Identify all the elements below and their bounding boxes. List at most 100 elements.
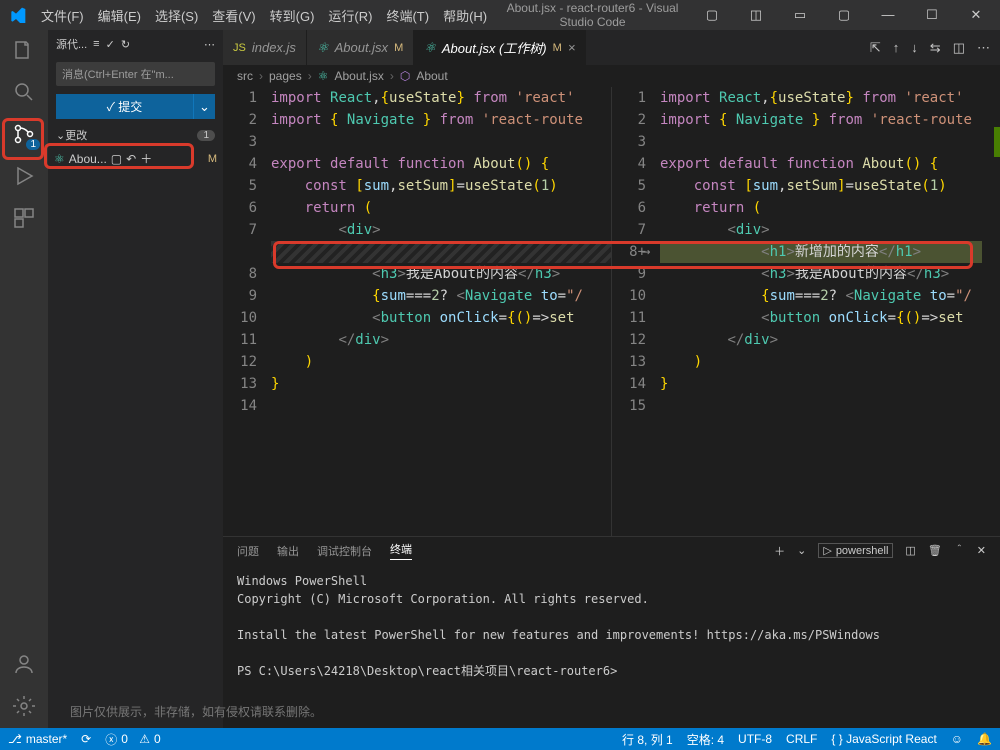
prev-change-icon[interactable]: ↑	[893, 40, 900, 55]
maximize-icon[interactable]: ☐	[912, 7, 952, 23]
js-file-icon: JS	[233, 42, 246, 54]
sync-icon[interactable]: ⟳	[81, 732, 91, 746]
split-terminal-icon[interactable]: ◫	[905, 544, 915, 557]
layout-controls: ▢ ◫ ▭ ▢	[692, 7, 868, 23]
panel-tab-terminal[interactable]: 终端	[390, 541, 412, 560]
modified-badge: M	[208, 153, 217, 165]
check-icon[interactable]: ✓	[106, 38, 115, 51]
layout-icon[interactable]: ▢	[824, 7, 864, 23]
diff-right-pane[interactable]: 12345678+9101112131415 import React,{use…	[611, 87, 1000, 536]
line-gutter-right: 12345678+9101112131415	[612, 87, 660, 536]
file-name: Abou...	[69, 152, 107, 166]
panel-tab-output[interactable]: 输出	[277, 543, 299, 559]
run-debug-icon[interactable]	[10, 162, 38, 190]
panel-tab-debug[interactable]: 调试控制台	[317, 543, 372, 559]
sidebar-header: 源代... ≡ ✓ ↻ ⋯	[48, 30, 223, 58]
scm-sidebar: 源代... ≡ ✓ ↻ ⋯ 消息(Ctrl+Enter 在"m... ✓ 提交 …	[48, 30, 223, 728]
more-icon[interactable]: ⋯	[204, 38, 215, 51]
layout-icon[interactable]: ◫	[736, 7, 776, 23]
problems-count[interactable]: ⓧ0 ⚠0	[105, 731, 161, 748]
commit-message-input[interactable]: 消息(Ctrl+Enter 在"m...	[56, 62, 215, 86]
search-icon[interactable]	[10, 78, 38, 106]
more-actions-icon[interactable]: ⋯	[977, 40, 990, 56]
eol[interactable]: CRLF	[786, 732, 817, 746]
activity-bar: 1	[0, 30, 48, 728]
minimize-icon[interactable]: —	[868, 7, 908, 23]
menu-select[interactable]: 选择(S)	[149, 2, 204, 29]
menu-go[interactable]: 转到(G)	[264, 2, 321, 29]
editor-tabs: JSindex.js ⚛About.jsxM ⚛About.jsx (工作树)M…	[223, 30, 1000, 65]
settings-gear-icon[interactable]	[10, 692, 38, 720]
bottom-panel: 问题 输出 调试控制台 终端 ＋⌄ ▷powershell ◫ 🗑 ＾ ✕ Wi…	[223, 536, 1000, 728]
close-icon[interactable]: ✕	[956, 7, 996, 23]
menu-help[interactable]: 帮助(H)	[437, 2, 493, 29]
source-control-icon[interactable]: 1	[10, 120, 38, 148]
vscode-logo-icon	[0, 7, 35, 23]
panel-tabs: 问题 输出 调试控制台 终端 ＋⌄ ▷powershell ◫ 🗑 ＾ ✕	[223, 537, 1000, 564]
changes-section[interactable]: ⌄ 更改 1	[48, 123, 223, 147]
changed-file-row[interactable]: ⚛ Abou... ▢ ↶ ＋ M	[48, 147, 223, 170]
line-gutter-left: 1234567891011121314	[223, 87, 271, 536]
next-change-icon[interactable]: ↓	[911, 40, 918, 55]
menu-edit[interactable]: 编辑(E)	[92, 2, 147, 29]
tab-about-worktree[interactable]: ⚛About.jsx (工作树)M×	[414, 30, 586, 65]
commit-button[interactable]: ✓ 提交	[56, 94, 193, 119]
indentation[interactable]: 空格: 4	[687, 731, 724, 748]
branch-icon: ⎇	[8, 732, 22, 746]
warning-icon: ⚠	[139, 732, 150, 746]
split-editor-icon[interactable]: ◫	[953, 40, 965, 56]
editor-area: JSindex.js ⚛About.jsxM ⚛About.jsx (工作树)M…	[223, 30, 1000, 728]
stage-icon[interactable]: ＋	[140, 150, 152, 167]
account-icon[interactable]	[10, 650, 38, 678]
feedback-icon[interactable]: ☺	[951, 732, 963, 746]
language-mode[interactable]: { } JavaScript React	[831, 732, 936, 746]
close-tab-icon[interactable]: ×	[568, 40, 576, 55]
sidebar-title: 源代...	[56, 36, 87, 52]
terminal-body[interactable]: Windows PowerShellCopyright (C) Microsof…	[223, 564, 1000, 728]
symbol-icon: ⬡	[400, 69, 410, 83]
menu-run[interactable]: 运行(R)	[322, 2, 378, 29]
error-icon: ⓧ	[105, 731, 117, 748]
react-file-icon: ⚛	[54, 152, 65, 166]
window-title: About.jsx - react-router6 - Visual Studi…	[493, 1, 692, 29]
breadcrumbs[interactable]: src› pages› ⚛About.jsx› ⬡About	[223, 65, 1000, 87]
open-changes-icon[interactable]: ⇱	[870, 40, 881, 56]
minimap[interactable]	[982, 87, 1000, 536]
encoding[interactable]: UTF-8	[738, 732, 772, 746]
watermark-text: 图片仅供展示，非存储，如有侵权请联系删除。	[70, 703, 322, 720]
diff-left-pane[interactable]: 1234567891011121314 import React,{useSta…	[223, 87, 611, 536]
discard-icon[interactable]: ↶	[126, 152, 136, 166]
panel-tab-problems[interactable]: 问题	[237, 543, 259, 559]
menu-terminal[interactable]: 终端(T)	[380, 2, 435, 29]
git-branch[interactable]: ⎇master*	[8, 732, 67, 746]
layout-icon[interactable]: ▭	[780, 7, 820, 23]
editor-actions: ⇱ ↑ ↓ ⇆ ◫ ⋯	[860, 30, 1000, 65]
open-file-icon[interactable]: ▢	[111, 152, 122, 166]
kill-terminal-icon[interactable]: 🗑	[928, 544, 942, 557]
extensions-icon[interactable]	[10, 204, 38, 232]
changes-count: 1	[197, 130, 215, 141]
toggle-icon[interactable]: ⇆	[930, 40, 941, 56]
layout-icon[interactable]: ▢	[692, 7, 732, 23]
tab-about-jsx[interactable]: ⚛About.jsxM	[307, 30, 414, 65]
cursor-position[interactable]: 行 8, 列 1	[622, 731, 673, 748]
chevron-down-icon: ⌄	[56, 129, 65, 142]
new-terminal-icon[interactable]: ＋	[774, 543, 785, 559]
menu-view[interactable]: 查看(V)	[206, 2, 261, 29]
explorer-icon[interactable]	[10, 36, 38, 64]
react-file-icon: ⚛	[317, 40, 329, 56]
maximize-panel-icon[interactable]: ＾	[954, 543, 965, 559]
menu-file[interactable]: 文件(F)	[35, 2, 90, 29]
status-bar: ⎇master* ⟳ ⓧ0 ⚠0 行 8, 列 1 空格: 4 UTF-8 CR…	[0, 728, 1000, 750]
diff-editor: 1234567891011121314 import React,{useSta…	[223, 87, 1000, 536]
scm-badge: 1	[26, 139, 40, 150]
close-panel-icon[interactable]: ✕	[977, 544, 986, 557]
menu-bar: 文件(F) 编辑(E) 选择(S) 查看(V) 转到(G) 运行(R) 终端(T…	[35, 2, 493, 29]
terminal-shell[interactable]: ▷powershell	[818, 543, 893, 558]
refresh-icon[interactable]: ↻	[121, 38, 130, 51]
notifications-icon[interactable]: 🔔	[977, 732, 992, 746]
react-file-icon: ⚛	[318, 69, 329, 83]
commit-dropdown[interactable]: ⌄	[193, 94, 215, 119]
tab-index-js[interactable]: JSindex.js	[223, 30, 307, 65]
view-icon[interactable]: ≡	[93, 38, 99, 50]
